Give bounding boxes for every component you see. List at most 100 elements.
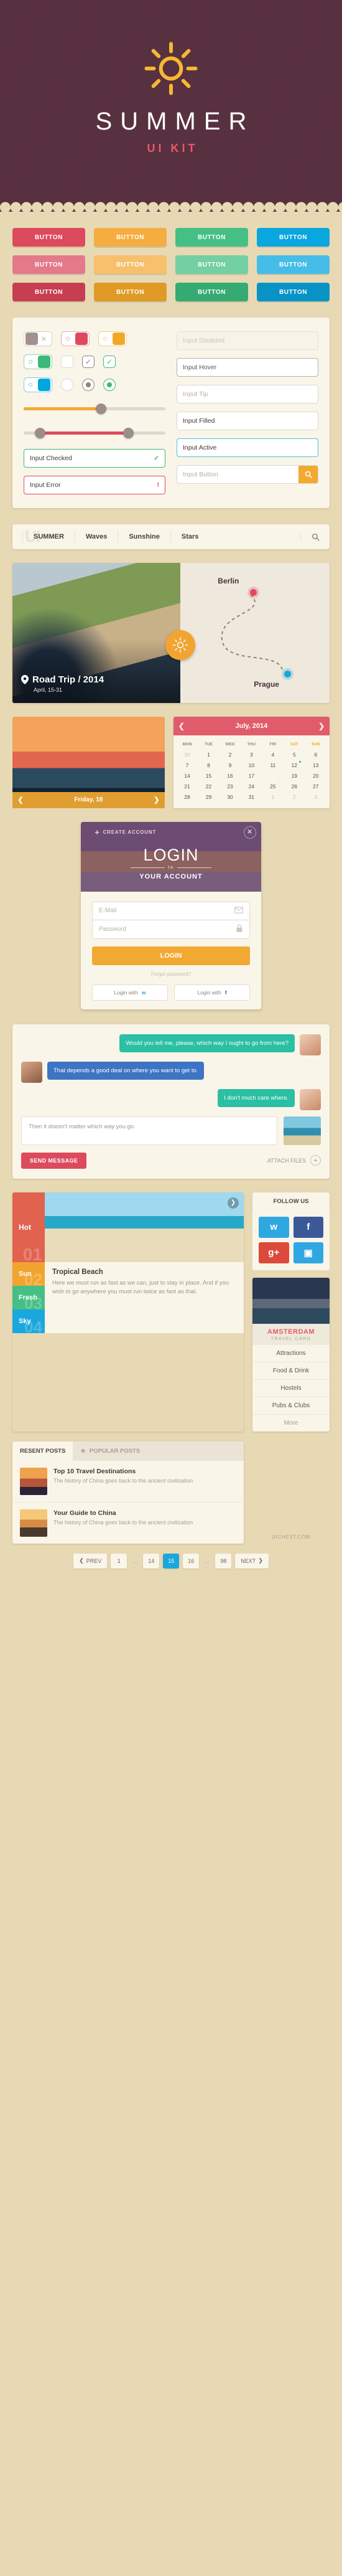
- forgot-password-link[interactable]: Forgot password?: [92, 971, 250, 977]
- button-blue[interactable]: BUTTON: [257, 228, 330, 247]
- email-field[interactable]: E-Mail: [92, 901, 250, 920]
- post-item[interactable]: Your Guide to China The history of China…: [12, 1503, 244, 1544]
- calendar-day[interactable]: 11: [262, 760, 284, 771]
- calendar-day[interactable]: 14: [177, 771, 198, 781]
- city-list-item[interactable]: Food & Drink: [252, 1362, 330, 1380]
- checkbox-checked[interactable]: ✓: [82, 356, 95, 368]
- pagination-next[interactable]: NEXT ❯: [235, 1553, 269, 1569]
- accordion-tab-sun[interactable]: Sun 02: [12, 1262, 45, 1289]
- photo-prev-icon[interactable]: ❮: [12, 796, 29, 804]
- input-filled[interactable]: Input Filled: [177, 412, 318, 430]
- radio-selected-green[interactable]: [103, 379, 116, 391]
- button-green-dark[interactable]: BUTTON: [175, 283, 248, 301]
- calendar-day[interactable]: 3: [305, 792, 326, 803]
- input-active[interactable]: Input Active: [177, 438, 318, 457]
- nav-search-icon[interactable]: [300, 532, 320, 541]
- calendar-day[interactable]: 3: [241, 750, 262, 760]
- accordion-tab-sky[interactable]: Sky 04: [12, 1309, 45, 1336]
- calendar-day[interactable]: 1: [262, 792, 284, 803]
- calendar-day[interactable]: 7: [177, 760, 198, 771]
- calendar-day[interactable]: 26: [284, 781, 305, 792]
- calendar-day[interactable]: 28: [177, 792, 198, 803]
- calendar-day[interactable]: 2: [220, 750, 241, 760]
- button-red-dark[interactable]: BUTTON: [12, 283, 85, 301]
- facebook-icon[interactable]: f: [293, 1216, 323, 1238]
- login-submit-button[interactable]: LOGIN: [92, 946, 250, 965]
- password-field[interactable]: Password: [92, 920, 250, 939]
- pagination-page-active[interactable]: 15: [163, 1553, 180, 1569]
- nav-item-sunshine[interactable]: Sunshine: [118, 531, 170, 543]
- instagram-icon[interactable]: ▣: [293, 1242, 323, 1263]
- nav-item-summer[interactable]: SUMMER: [22, 531, 75, 543]
- nav-item-stars[interactable]: Stars: [170, 531, 210, 543]
- attachment-thumbnail[interactable]: [284, 1116, 321, 1145]
- calendar-day-event[interactable]: 12: [284, 760, 305, 771]
- accordion-tab-hot[interactable]: Hot 01: [12, 1192, 45, 1264]
- pagination-page-98[interactable]: 98: [215, 1553, 232, 1569]
- googleplus-icon[interactable]: g+: [259, 1242, 289, 1263]
- message-input[interactable]: Then it doesn't matter which way you go.: [21, 1116, 277, 1145]
- radio-empty[interactable]: [61, 379, 73, 391]
- login-with-facebook-button[interactable]: Login with f: [174, 984, 250, 1001]
- calendar-day[interactable]: 17: [241, 771, 262, 781]
- calendar-day[interactable]: 25: [262, 781, 284, 792]
- calendar-day[interactable]: 4: [262, 750, 284, 760]
- city-list-item[interactable]: Hostels: [252, 1380, 330, 1397]
- calendar-day[interactable]: 2: [284, 792, 305, 803]
- accordion-tab-fresh[interactable]: Fresh 03: [12, 1285, 45, 1313]
- input-tip[interactable]: Input Tip: [177, 385, 318, 403]
- city-list-item-more[interactable]: More: [252, 1415, 330, 1432]
- pagination-page-1[interactable]: 1: [111, 1553, 127, 1569]
- button-green-light[interactable]: BUTTON: [175, 255, 248, 274]
- calendar-day[interactable]: 9: [220, 760, 241, 771]
- button-blue-light[interactable]: BUTTON: [257, 255, 330, 274]
- button-red[interactable]: BUTTON: [12, 228, 85, 247]
- input-checked[interactable]: Input Checked ✓: [24, 449, 165, 468]
- calendar-day[interactable]: 30: [177, 750, 198, 760]
- search-icon[interactable]: [298, 466, 318, 483]
- calendar-day[interactable]: 30: [220, 792, 241, 803]
- send-message-button[interactable]: SEND MESSAGE: [21, 1152, 87, 1169]
- calendar-day[interactable]: 27: [305, 781, 326, 792]
- calendar-day[interactable]: 19: [284, 771, 305, 781]
- login-with-twitter-button[interactable]: Login with w: [92, 984, 168, 1001]
- calendar-day-selected[interactable]: 18: [262, 771, 284, 781]
- calendar-day[interactable]: 10: [241, 760, 262, 771]
- create-account-link[interactable]: CREATE ACCOUNT: [103, 829, 156, 835]
- calendar-prev-button[interactable]: ❮: [173, 722, 190, 730]
- input-hover[interactable]: Input Hover: [177, 358, 318, 377]
- nav-item-waves[interactable]: Waves: [74, 531, 118, 543]
- calendar-day[interactable]: 24: [241, 781, 262, 792]
- calendar-day[interactable]: 1: [198, 750, 219, 760]
- pagination-page-14[interactable]: 14: [143, 1553, 160, 1569]
- checkbox-checked-green[interactable]: ✓: [103, 356, 116, 368]
- photo-next-icon[interactable]: ❯: [149, 796, 165, 804]
- calendar-day[interactable]: 15: [198, 771, 219, 781]
- calendar-day[interactable]: 31: [241, 792, 262, 803]
- pagination-page-16[interactable]: 16: [183, 1553, 200, 1569]
- calendar-day[interactable]: 20: [305, 771, 326, 781]
- attach-files-button[interactable]: ATTACH FILES +: [267, 1155, 321, 1166]
- slider-orange[interactable]: [24, 403, 165, 414]
- toggle-gray[interactable]: ✕: [24, 331, 52, 346]
- twitter-icon[interactable]: w: [259, 1216, 289, 1238]
- input-error[interactable]: Input Error !: [24, 476, 165, 494]
- close-icon[interactable]: ✕: [244, 826, 256, 839]
- travel-map[interactable]: Berlin Prague: [180, 563, 330, 703]
- calendar-day[interactable]: 21: [177, 781, 198, 792]
- button-orange[interactable]: BUTTON: [94, 228, 167, 247]
- calendar-next-button[interactable]: ❯: [313, 722, 330, 730]
- toggle-green[interactable]: [24, 354, 52, 369]
- toggle-red[interactable]: [61, 331, 90, 346]
- input-with-button[interactable]: Input Button: [177, 465, 318, 484]
- toggle-blue[interactable]: [24, 377, 52, 392]
- toggle-orange[interactable]: [98, 331, 127, 346]
- post-item[interactable]: Top 10 Travel Destinations The history o…: [12, 1461, 244, 1503]
- checkbox-empty[interactable]: ✓: [61, 356, 73, 368]
- tab-recent-posts[interactable]: RESENT POSTS: [12, 1441, 73, 1461]
- button-green[interactable]: BUTTON: [175, 228, 248, 247]
- button-orange-light[interactable]: BUTTON: [94, 255, 167, 274]
- pagination-prev[interactable]: ❮ PREV: [73, 1553, 108, 1569]
- calendar-day[interactable]: 23: [220, 781, 241, 792]
- button-red-light[interactable]: BUTTON: [12, 255, 85, 274]
